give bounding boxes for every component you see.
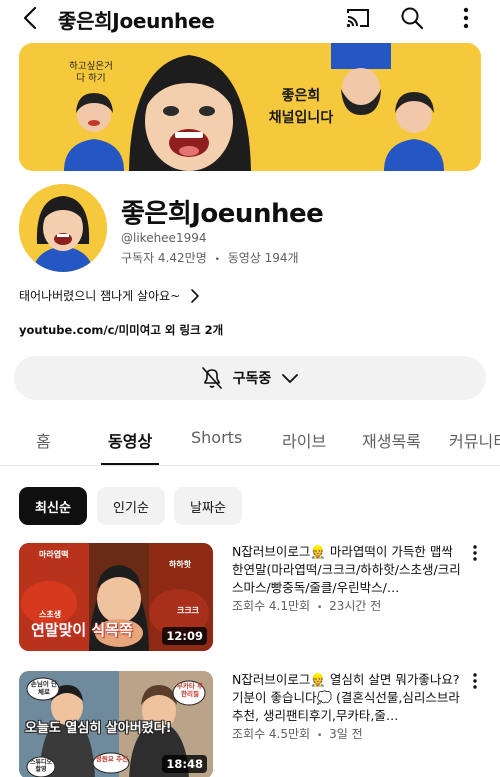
channel-tabs: 홈 동영상 Shorts 라이브 재생목록 커뮤니티 (0, 416, 500, 466)
video-duration: 12:09 (162, 627, 207, 645)
back-arrow-icon (23, 6, 37, 30)
channel-stats: 구독자 4.42만명 • 동영상 194개 (121, 249, 299, 266)
video-age: 23시간 전 (329, 599, 382, 613)
subscribed-label: 구독중 (232, 371, 272, 387)
subscribed-button[interactable]: 구독중 (14, 356, 486, 400)
channel-handle: @likehee1994 (121, 231, 207, 245)
video-views: 조회수 4.1만회 (232, 599, 311, 613)
video-count: 동영상 194개 (227, 251, 299, 265)
video-thumbnail[interactable]: 마라엽떡 하하핫 스초생 크크크 연말맞이 식목쪽 12:09 (19, 543, 213, 651)
top-app-bar: 좋은희Joeunhee (0, 0, 500, 36)
cast-icon (346, 9, 369, 28)
filter-chip-popular[interactable]: 인기순 (97, 487, 165, 525)
banner-caption-left: 하고싶은거 다 하기 (69, 61, 113, 84)
back-button[interactable] (16, 4, 44, 32)
thumbnail-tag: 스튜디오 촬영 (29, 759, 53, 773)
more-vertical-icon (473, 545, 477, 561)
thumbnail-tag: 하하핫 (169, 560, 192, 569)
stats-separator: • (214, 255, 220, 265)
meta-separator: • (316, 731, 323, 741)
cast-button[interactable] (344, 4, 372, 32)
filter-chip-oldest[interactable]: 날짜순 (174, 487, 242, 525)
more-vertical-icon (463, 7, 469, 29)
thumbnail-tag: 무카타 무한리필 (176, 682, 204, 698)
search-button[interactable] (398, 4, 426, 32)
channel-description-row[interactable]: 태어나버렸으니 잼나게 살아요~ (19, 287, 200, 304)
thumbnail-tag: 정원요 추천 (95, 755, 129, 763)
subscriber-count: 구독자 4.42만명 (121, 251, 207, 265)
video-metadata: 조회수 4.5만회 • 3일 전 (232, 725, 363, 742)
tab-community[interactable]: 커뮤니티 (449, 428, 500, 452)
video-duration: 18:48 (162, 755, 207, 773)
video-metadata: 조회수 4.1만회 • 23시간 전 (232, 597, 381, 614)
video-list-item[interactable]: 손님이 단체로 무카타 무한리필 정원요 추천 스튜디오 촬영 오늘도 열심히 … (19, 671, 481, 777)
video-title[interactable]: N잡러브이로그👷 마라엽떡이 가득한 맵싹한연말(마라엽떡/크크크/하하핫/스초… (232, 543, 464, 597)
chevron-down-icon (282, 374, 299, 383)
channel-links[interactable]: youtube.com/c/미미여고 외 링크 2개 (19, 322, 223, 338)
thumbnail-tag: 손님이 단체로 (30, 680, 58, 696)
video-more-button[interactable] (469, 671, 481, 691)
meta-separator: • (316, 603, 323, 613)
channel-description: 태어나버렸으니 잼나게 살아요~ (19, 289, 181, 303)
search-icon (401, 7, 424, 30)
video-thumbnail[interactable]: 손님이 단체로 무카타 무한리필 정원요 추천 스튜디오 촬영 오늘도 열심히 … (19, 671, 213, 777)
channel-name: 좋은희Joeunhee (121, 199, 324, 229)
thumbnail-tag: 크크크 (177, 606, 200, 615)
tab-videos[interactable]: 동영상 (108, 428, 152, 452)
bell-muted-icon (201, 367, 222, 389)
tab-live[interactable]: 라이브 (282, 428, 326, 452)
thumbnail-caption: 오늘도 열심히 살아버렸다! (25, 721, 172, 736)
video-list-item[interactable]: 마라엽떡 하하핫 스초생 크크크 연말맞이 식목쪽 12:09 N잡러브이로그👷… (19, 543, 481, 655)
video-age: 3일 전 (329, 727, 363, 741)
video-more-button[interactable] (469, 543, 481, 563)
tab-playlists[interactable]: 재생목록 (362, 428, 421, 452)
channel-avatar[interactable] (19, 184, 107, 272)
more-vertical-icon (473, 673, 477, 689)
banner-caption-line1: 좋은희 (281, 88, 321, 104)
video-views: 조회수 4.5만회 (232, 727, 311, 741)
avatar-image (19, 184, 107, 272)
filter-chip-latest[interactable]: 최신순 (19, 487, 87, 525)
banner-caption-line2: 채널입니다 (268, 110, 334, 126)
channel-banner: 하고싶은거 다 하기 좋은희 채널입니다 (19, 43, 481, 171)
tab-shorts[interactable]: Shorts (191, 428, 242, 447)
page-title: 좋은희Joeunhee (58, 9, 215, 33)
more-options-button[interactable] (452, 4, 480, 32)
thumbnail-caption: 연말맞이 식목쪽 (31, 621, 133, 639)
tab-home[interactable]: 홈 (36, 428, 51, 452)
active-tab-indicator (101, 463, 159, 465)
thumbnail-tag: 마라엽떡 (39, 550, 69, 559)
video-title[interactable]: N잡러브이로그👷 열심히 살면 뭐가좋나요? 기분이 좋습니다💭 (결혼식선물,… (232, 671, 464, 725)
chevron-right-icon (191, 288, 200, 303)
